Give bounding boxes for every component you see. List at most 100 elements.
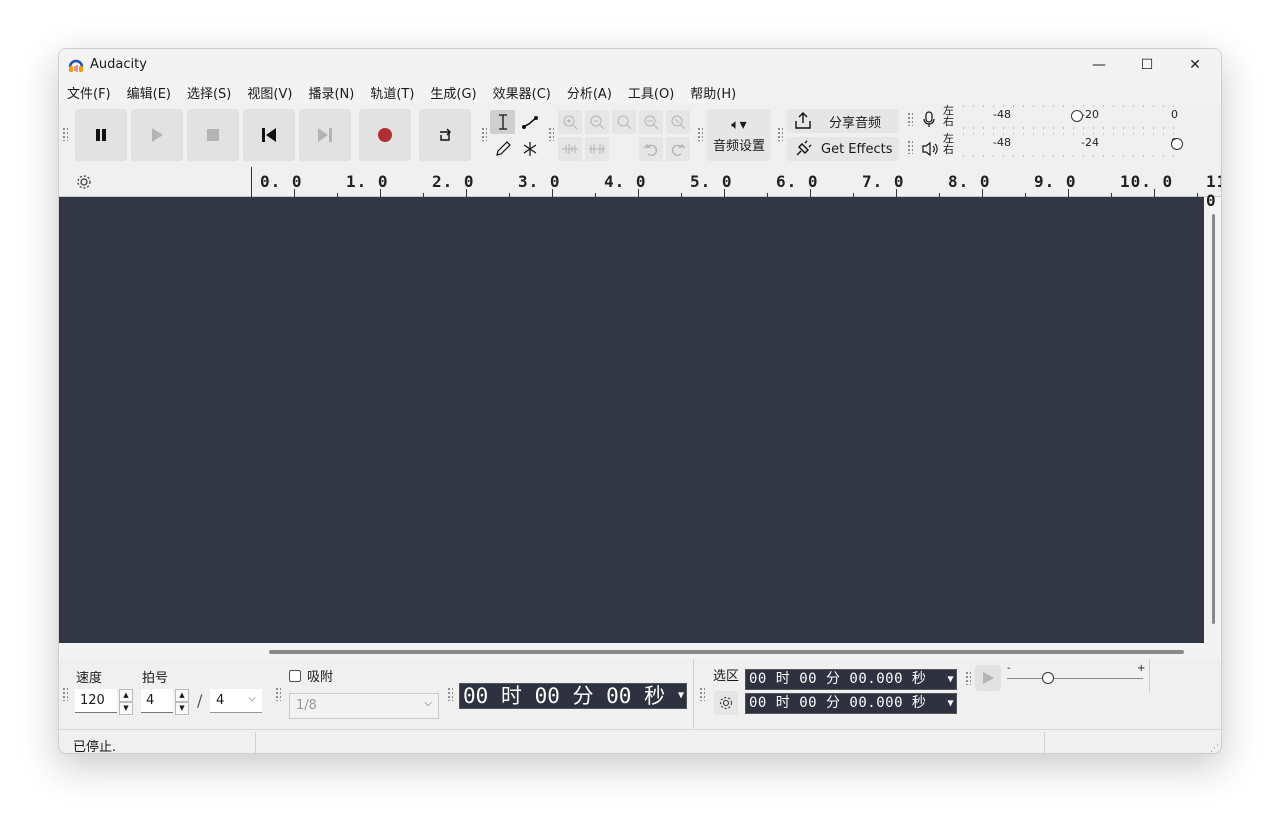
plug-icon xyxy=(796,140,812,156)
selection-end-display[interactable]: 00 时 00 分 00.000 秒 ▼ xyxy=(745,693,957,714)
tools-grip-icon[interactable] xyxy=(481,127,487,141)
play-speed-slider[interactable] xyxy=(1041,672,1054,684)
resize-grip-icon[interactable]: ⋰ xyxy=(1210,744,1219,753)
ruler-scale[interactable]: 0. 0 1. 0 2. 0 3. 0 4. 0 5. 0 6. 0 7. 0 8. 0 9. 0… xyxy=(251,167,1221,210)
record-level-slider[interactable] xyxy=(1071,110,1083,122)
silence-audio-button[interactable] xyxy=(585,137,609,161)
selection-settings-button[interactable] xyxy=(714,691,738,715)
record-button[interactable] xyxy=(359,109,411,161)
edit-grip-icon[interactable] xyxy=(548,127,554,141)
time-sig-slash: / xyxy=(197,691,203,710)
share-grip-icon[interactable] xyxy=(777,127,783,141)
snap-value: 1/8 xyxy=(296,698,317,713)
divider xyxy=(1044,732,1045,753)
play-meter-grip-icon[interactable] xyxy=(907,140,913,154)
play-speed-track[interactable] xyxy=(1007,672,1143,684)
selection-start-format-icon[interactable]: ▼ xyxy=(947,670,954,689)
menu-help[interactable]: 帮助(H) xyxy=(686,83,740,102)
time-sig-stepper[interactable]: ▲ ▼ xyxy=(175,689,189,715)
fit-project-button[interactable] xyxy=(639,110,663,134)
vertical-scrollbar[interactable] xyxy=(1212,214,1215,624)
get-effects-button[interactable]: Get Effects xyxy=(787,137,899,161)
menu-effect[interactable]: 效果器(C) xyxy=(489,83,555,102)
playback-meter[interactable]: -48 -24 0 xyxy=(959,133,1185,157)
ruler-label: 4. 0 xyxy=(604,172,647,191)
selection-end-format-icon[interactable]: ▼ xyxy=(947,694,954,713)
microphone-icon[interactable] xyxy=(921,111,937,129)
play-icon xyxy=(152,128,163,142)
title-bar: Audacity — ☐ ✕ xyxy=(59,49,1221,81)
horizontal-scrollbar[interactable] xyxy=(269,650,1184,654)
time-format-dropdown-icon[interactable]: ▼ xyxy=(678,684,684,708)
timeline-ruler[interactable]: 0. 0 1. 0 2. 0 3. 0 4. 0 5. 0 6. 0 7. 0 8. 0 9. 0… xyxy=(59,167,1221,210)
fit-selection-button[interactable] xyxy=(612,110,636,134)
menu-tools[interactable]: 工具(O) xyxy=(624,83,678,102)
zoom-toggle-button[interactable] xyxy=(666,110,690,134)
record-meter-grip-icon[interactable] xyxy=(907,112,913,126)
audio-setup-grip-icon[interactable] xyxy=(697,127,703,141)
snap-select[interactable]: 1/8 ⌵ xyxy=(289,693,439,719)
playback-level-slider[interactable] xyxy=(1171,138,1183,150)
multi-tool-button[interactable] xyxy=(517,137,542,161)
tempo-stepper[interactable]: ▲ ▼ xyxy=(119,689,133,715)
divider xyxy=(1149,659,1150,693)
redo-icon xyxy=(671,144,686,157)
track-panel[interactable] xyxy=(59,197,1204,643)
undo-button[interactable] xyxy=(639,137,663,161)
tempo-grip-icon[interactable] xyxy=(62,687,68,701)
time-sig-upper-input[interactable]: 4 xyxy=(141,689,173,713)
menu-generate[interactable]: 生成(G) xyxy=(426,83,480,102)
time-sig-down-icon[interactable]: ▼ xyxy=(175,702,189,715)
divider xyxy=(693,659,694,729)
trim-icon xyxy=(562,144,578,154)
loop-button[interactable] xyxy=(419,109,471,161)
pause-button[interactable] xyxy=(75,109,127,161)
gear-icon[interactable] xyxy=(76,174,92,190)
share-audio-button[interactable]: 分享音频 xyxy=(787,109,899,133)
menu-view[interactable]: 视图(V) xyxy=(243,83,296,102)
skip-to-end-button[interactable] xyxy=(299,109,351,161)
close-button[interactable]: ✕ xyxy=(1171,49,1219,81)
menu-edit[interactable]: 编辑(E) xyxy=(123,83,175,102)
share-audio-label: 分享音频 xyxy=(829,115,882,131)
skip-to-end-icon xyxy=(318,128,332,142)
envelope-tool-button[interactable] xyxy=(517,110,542,134)
play-speed-grip-icon[interactable] xyxy=(965,671,971,685)
menu-select[interactable]: 选择(S) xyxy=(183,83,235,102)
minimize-button[interactable]: — xyxy=(1075,49,1123,81)
tempo-input[interactable]: 120 xyxy=(75,689,117,713)
selection-tool-button[interactable] xyxy=(490,110,515,134)
play-button[interactable] xyxy=(131,109,183,161)
trim-audio-button[interactable] xyxy=(558,137,582,161)
menu-tracks[interactable]: 轨道(T) xyxy=(366,83,418,102)
play-at-speed-button[interactable] xyxy=(975,665,1001,691)
zoom-out-button[interactable] xyxy=(585,110,609,134)
menu-analyze[interactable]: 分析(A) xyxy=(563,83,616,102)
menu-transport[interactable]: 播录(N) xyxy=(304,83,358,102)
selection-start-display[interactable]: 00 时 00 分 00.000 秒 ▼ xyxy=(745,669,957,690)
time-grip-icon[interactable] xyxy=(447,687,453,701)
stop-button[interactable] xyxy=(187,109,239,161)
audio-setup-button[interactable]: 🔈︎▾ 音频设置 xyxy=(707,109,771,161)
time-sig-lower-select[interactable]: 4 ⌵ xyxy=(210,689,262,713)
skip-to-start-button[interactable] xyxy=(243,109,295,161)
ruler-major-tick xyxy=(1154,189,1155,197)
draw-tool-button[interactable] xyxy=(490,137,515,161)
zoom-in-icon xyxy=(563,115,578,130)
snap-checkbox[interactable] xyxy=(289,670,301,682)
record-meter[interactable]: -48 -20 0 xyxy=(959,105,1185,129)
redo-button[interactable] xyxy=(666,137,690,161)
tempo-up-icon[interactable]: ▲ xyxy=(119,689,133,702)
maximize-button[interactable]: ☐ xyxy=(1123,49,1171,81)
ruler-label: 2. 0 xyxy=(432,172,475,191)
toolbar-grip-icon[interactable] xyxy=(62,127,68,141)
chevron-down-icon: ⌵ xyxy=(248,693,256,704)
time-display[interactable]: 00 时 00 分 00 秒 ▼ xyxy=(459,683,687,709)
zoom-in-button[interactable] xyxy=(558,110,582,134)
tempo-down-icon[interactable]: ▼ xyxy=(119,702,133,715)
selection-grip-icon[interactable] xyxy=(699,687,705,701)
time-sig-up-icon[interactable]: ▲ xyxy=(175,689,189,702)
speaker-icon[interactable] xyxy=(921,141,939,157)
menu-file[interactable]: 文件(F) xyxy=(63,83,115,102)
snap-grip-icon[interactable] xyxy=(275,687,281,701)
